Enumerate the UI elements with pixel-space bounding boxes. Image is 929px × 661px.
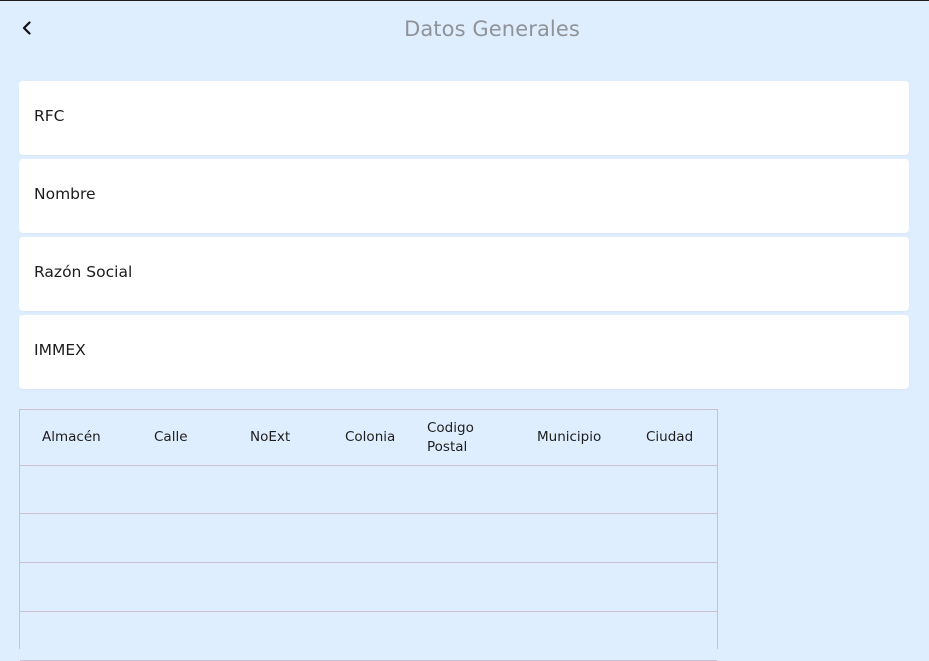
table-row[interactable] [20,514,717,563]
column-header-codigo-postal: Codigo Postal [427,419,474,455]
immex-field[interactable]: IMMEX [19,315,909,389]
immex-field-label: IMMEX [34,341,86,359]
razon-social-field[interactable]: Razón Social [19,237,909,311]
nombre-field-label: Nombre [34,185,96,203]
rfc-field[interactable]: RFC [19,81,909,155]
column-header-calle: Calle [154,429,188,445]
column-header-almacen: Almacén [42,429,101,445]
column-header-municipio: Municipio [537,429,602,445]
rfc-field-label: RFC [34,107,65,125]
app-bar: Datos Generales [0,1,929,58]
razon-social-field-label: Razón Social [34,263,133,281]
almacenes-table: Almacén Calle NoExt Colonia Codigo Posta… [19,409,718,661]
column-header-noext: NoExt [250,429,291,445]
table-header: Almacén Calle NoExt Colonia Codigo Posta… [20,410,717,466]
table-row[interactable] [20,612,717,661]
nombre-field[interactable]: Nombre [19,159,909,233]
page-title: Datos Generales [404,17,580,41]
table-row[interactable] [20,563,717,612]
table-row[interactable] [20,465,717,514]
column-header-ciudad: Ciudad [646,429,694,445]
column-header-colonia: Colonia [345,429,396,445]
